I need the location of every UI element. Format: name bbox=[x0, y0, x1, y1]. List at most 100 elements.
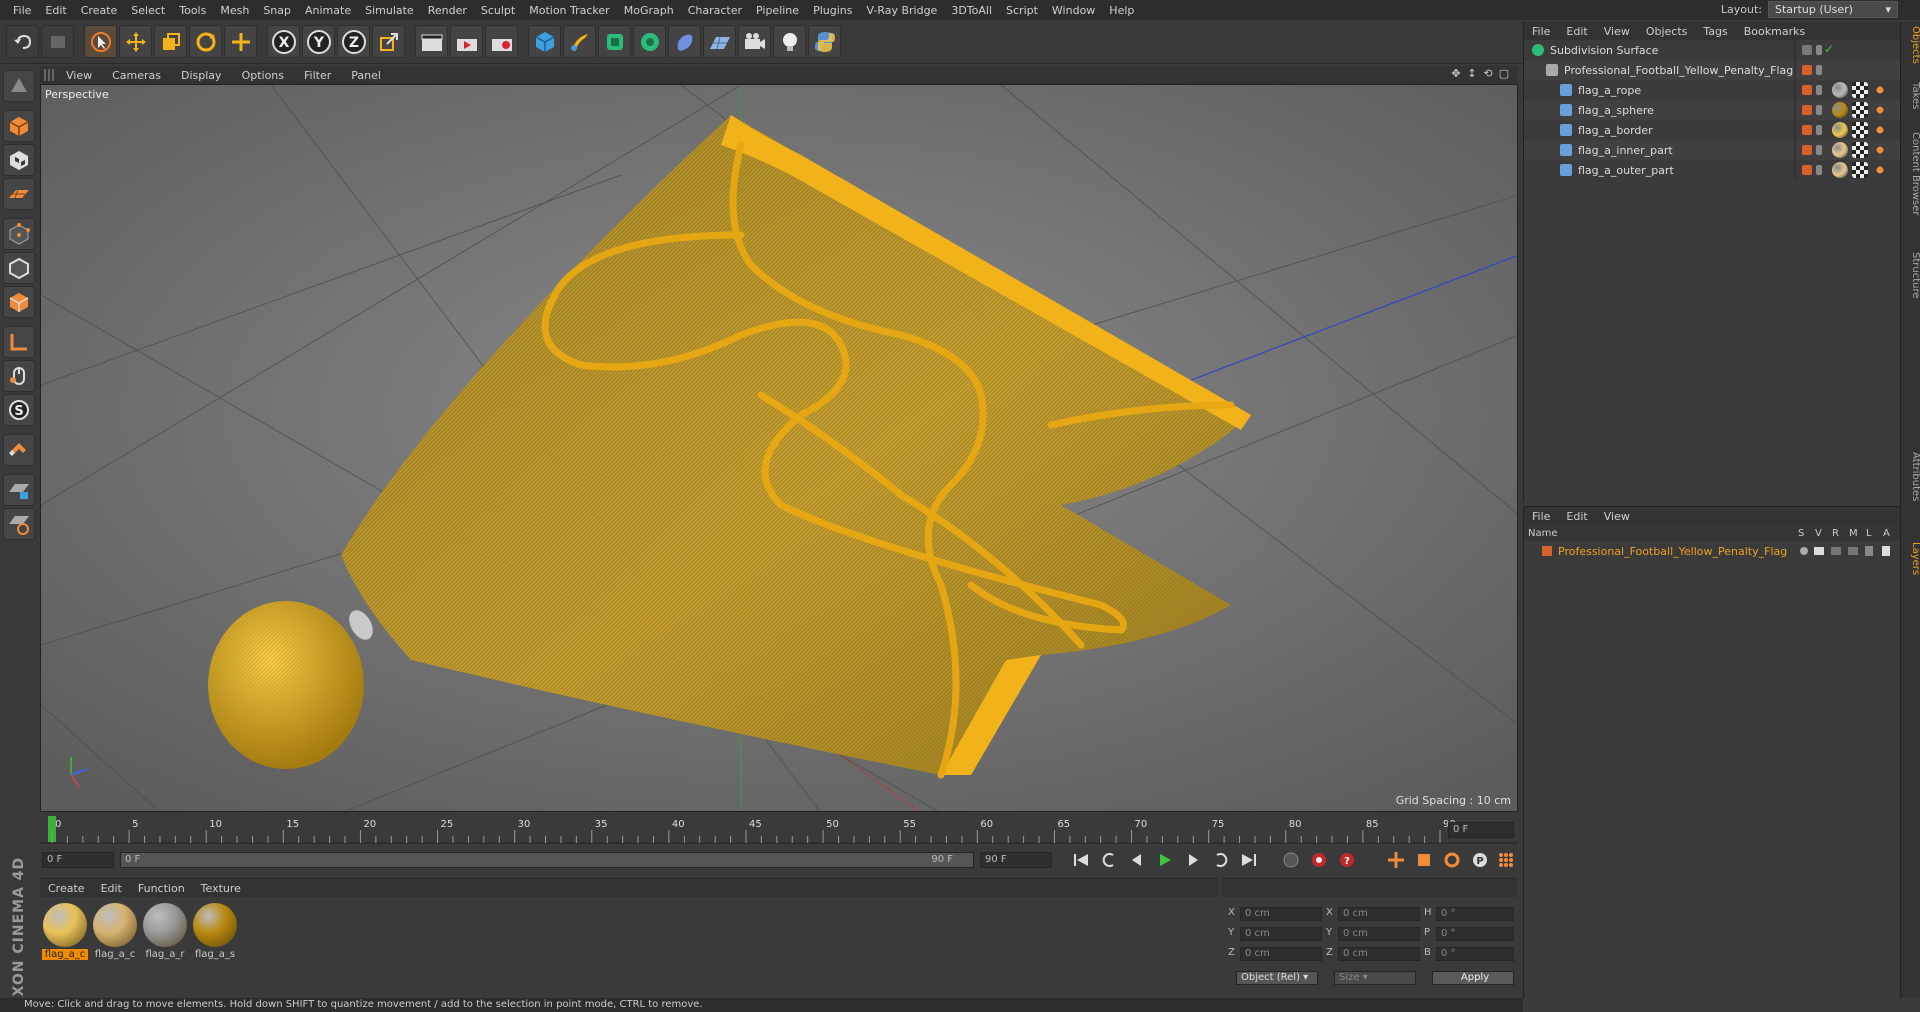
menu-3dtoall[interactable]: 3DToAll bbox=[944, 4, 999, 17]
redo-button[interactable] bbox=[41, 25, 74, 58]
size-y-field[interactable]: 0 cm bbox=[1338, 927, 1420, 941]
uvw-tag-icon[interactable] bbox=[1852, 102, 1868, 118]
add-floor-button[interactable] bbox=[703, 25, 736, 58]
menu-character[interactable]: Character bbox=[681, 4, 749, 17]
right-tab-attributes[interactable]: Attributes bbox=[1901, 452, 1920, 501]
coordinate-system-button[interactable] bbox=[372, 25, 405, 58]
y-axis-button[interactable]: Y bbox=[302, 25, 335, 58]
snap-button[interactable]: S bbox=[3, 394, 35, 426]
visibility-dots-icon[interactable] bbox=[1816, 85, 1822, 95]
previous-key-button[interactable] bbox=[1098, 850, 1120, 870]
viewport-perspective[interactable]: Perspective Grid Spacing : 10 cm bbox=[40, 84, 1518, 812]
material-menu-create[interactable]: Create bbox=[40, 882, 93, 895]
add-array-button[interactable] bbox=[633, 25, 666, 58]
add-deformer-button[interactable] bbox=[668, 25, 701, 58]
visibility-dots-icon[interactable] bbox=[1816, 125, 1822, 135]
animation-icon[interactable] bbox=[1882, 546, 1890, 556]
maximize-view-icon[interactable]: ▢ bbox=[1498, 68, 1510, 80]
object-menu-objects[interactable]: Objects bbox=[1638, 25, 1696, 38]
menu-animate[interactable]: Animate bbox=[298, 4, 358, 17]
points-mode-button[interactable] bbox=[3, 218, 35, 250]
x-axis-button[interactable]: X bbox=[267, 25, 300, 58]
key-scale-button[interactable] bbox=[1413, 850, 1435, 870]
current-frame-field[interactable]: 0 F bbox=[1448, 822, 1514, 838]
viewport-menu-options[interactable]: Options bbox=[232, 69, 294, 82]
menu-edit[interactable]: Edit bbox=[38, 4, 73, 17]
key-pla-button[interactable] bbox=[1495, 850, 1517, 870]
menu-script[interactable]: Script bbox=[999, 4, 1045, 17]
menu-v-ray-bridge[interactable]: V-Ray Bridge bbox=[859, 4, 944, 17]
layout-dropdown[interactable]: Startup (User) ▾ bbox=[1768, 1, 1898, 18]
end-frame-field[interactable]: 90 F bbox=[980, 852, 1052, 868]
object-row[interactable]: flag_a_rope bbox=[1524, 80, 1900, 100]
make-editable-button[interactable] bbox=[3, 70, 35, 102]
layer-color-icon[interactable] bbox=[1802, 65, 1812, 75]
playhead[interactable] bbox=[48, 816, 56, 842]
object-row[interactable]: flag_a_inner_part bbox=[1524, 140, 1900, 160]
magnet-button[interactable] bbox=[3, 434, 35, 466]
add-pen-button[interactable] bbox=[563, 25, 596, 58]
layer-color-icon[interactable] bbox=[1802, 45, 1812, 55]
layer-color-icon[interactable] bbox=[1802, 165, 1812, 175]
material-menu-edit[interactable]: Edit bbox=[93, 882, 130, 895]
layer-menu-view[interactable]: View bbox=[1596, 510, 1638, 523]
record-keys-button[interactable] bbox=[1280, 850, 1302, 870]
render-icon[interactable] bbox=[1831, 547, 1841, 555]
rotate-tool-button[interactable] bbox=[189, 25, 222, 58]
add-subdivision-button[interactable] bbox=[598, 25, 631, 58]
material-menu-function[interactable]: Function bbox=[130, 882, 193, 895]
apply-button[interactable]: Apply bbox=[1432, 971, 1514, 985]
size-z-field[interactable]: 0 cm bbox=[1338, 947, 1420, 961]
menu-snap[interactable]: Snap bbox=[256, 4, 298, 17]
scale-tool-button[interactable] bbox=[154, 25, 187, 58]
next-key-button[interactable] bbox=[1210, 850, 1232, 870]
layer-color-icon[interactable] bbox=[1802, 105, 1812, 115]
axis-mode-button[interactable] bbox=[3, 326, 35, 358]
layer-color-icon[interactable] bbox=[1802, 145, 1812, 155]
menu-pipeline[interactable]: Pipeline bbox=[749, 4, 806, 17]
menu-simulate[interactable]: Simulate bbox=[358, 4, 421, 17]
menu-window[interactable]: Window bbox=[1045, 4, 1102, 17]
object-menu-edit[interactable]: Edit bbox=[1558, 25, 1595, 38]
menu-select[interactable]: Select bbox=[124, 4, 172, 17]
lock-icon[interactable] bbox=[1865, 546, 1873, 556]
add-camera-button[interactable] bbox=[738, 25, 771, 58]
right-tab-content-browser[interactable]: Content Browser bbox=[1901, 132, 1920, 215]
viewport-menu-filter[interactable]: Filter bbox=[294, 69, 341, 82]
uvw-tag-icon[interactable] bbox=[1852, 162, 1868, 178]
visible-icon[interactable] bbox=[1814, 547, 1824, 555]
object-row[interactable]: flag_a_outer_part bbox=[1524, 160, 1900, 180]
add-cube-button[interactable] bbox=[528, 25, 561, 58]
workplane-mode-button[interactable] bbox=[3, 178, 35, 210]
python-button[interactable] bbox=[808, 25, 841, 58]
material-menu-texture[interactable]: Texture bbox=[193, 882, 249, 895]
key-rotation-button[interactable] bbox=[1441, 850, 1463, 870]
phong-tag-icon[interactable] bbox=[1872, 122, 1888, 138]
viewport-menu-display[interactable]: Display bbox=[171, 69, 232, 82]
menu-create[interactable]: Create bbox=[74, 4, 125, 17]
object-row[interactable]: flag_a_sphere bbox=[1524, 100, 1900, 120]
go-to-end-button[interactable] bbox=[1238, 850, 1260, 870]
material-item[interactable]: flag_a_r bbox=[142, 903, 188, 960]
object-row[interactable]: flag_a_border bbox=[1524, 120, 1900, 140]
material-item[interactable]: flag_a_c bbox=[42, 903, 88, 960]
layer-menu-file[interactable]: File bbox=[1524, 510, 1558, 523]
size-x-field[interactable]: 0 cm bbox=[1338, 907, 1420, 921]
live-selection-button[interactable] bbox=[84, 25, 117, 58]
next-frame-button[interactable] bbox=[1182, 850, 1204, 870]
add-light-button[interactable] bbox=[773, 25, 806, 58]
material-tag-icon[interactable] bbox=[1832, 162, 1848, 178]
uvw-tag-icon[interactable] bbox=[1852, 82, 1868, 98]
solo-icon[interactable] bbox=[1800, 547, 1808, 555]
menu-sculpt[interactable]: Sculpt bbox=[474, 4, 522, 17]
play-button[interactable] bbox=[1154, 850, 1176, 870]
visibility-dots-icon[interactable] bbox=[1816, 105, 1822, 115]
rotation-h-field[interactable]: 0 ° bbox=[1436, 907, 1514, 921]
timeline-ruler[interactable]: 051015202530354045505560657075808590 0 F bbox=[40, 814, 1518, 854]
phong-tag-icon[interactable] bbox=[1872, 142, 1888, 158]
coordinate-mode-dropdown[interactable]: Object (Rel) ▾ bbox=[1236, 971, 1318, 985]
render-view-button[interactable] bbox=[415, 25, 448, 58]
uvw-tag-icon[interactable] bbox=[1852, 122, 1868, 138]
right-tab-takes[interactable]: Takes bbox=[1901, 82, 1920, 109]
material-item[interactable]: flag_a_c bbox=[92, 903, 138, 960]
